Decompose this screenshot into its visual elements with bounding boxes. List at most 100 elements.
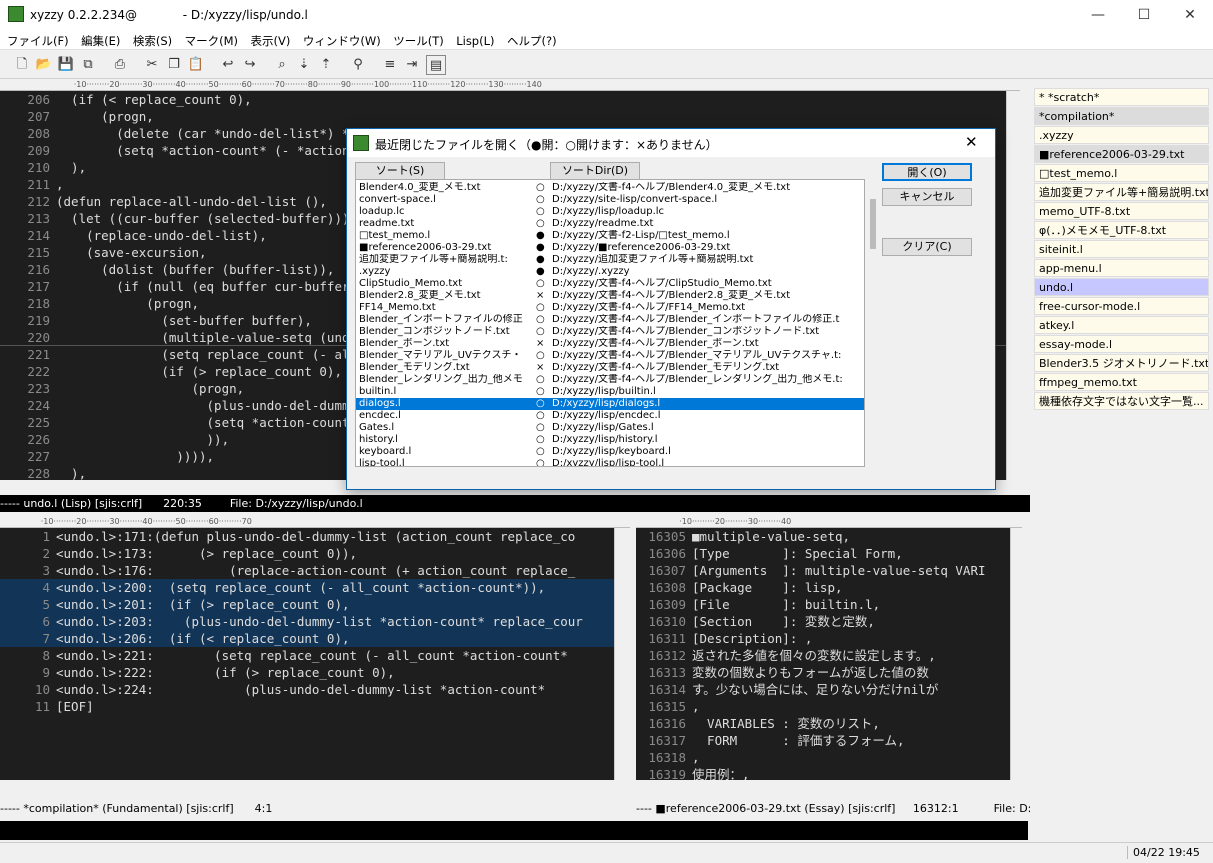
buffer-item[interactable]: siteinit.l [1034,240,1209,258]
line-text: ), [56,160,87,175]
recent-file-list[interactable]: Blender4.0_変更_メモ.txt ○ D:/xyzzy/文書-f4-ヘルプ/… [355,179,865,467]
buffer-item[interactable]: atkey.l [1034,316,1209,334]
recent-file-row[interactable]: dialogs.l ○ D:/xyzzy/lisp/dialogs.l [356,398,864,410]
indent-icon[interactable]: ⇥ [402,55,422,75]
align-icon[interactable]: ≡ [380,55,400,75]
sort-button[interactable]: ソート(S) [355,162,445,180]
buffer-item[interactable]: □test_memo.l [1034,164,1209,182]
recent-file-row[interactable]: Blender_コンポジットノード.txt ○ D:/xyzzy/文書-f4-ヘルプ… [356,326,864,338]
buffer-item[interactable]: .xyzzy [1034,126,1209,144]
dialog-close-icon[interactable]: ✕ [965,133,978,151]
menu-file[interactable]: ファイル(F) [0,30,69,49]
close-button[interactable]: ✕ [1167,0,1213,30]
redo-icon[interactable]: ↪ [240,55,260,75]
recent-file-row[interactable]: keyboard.l ○ D:/xyzzy/lisp/keyboard.l [356,446,864,458]
minimize-button[interactable]: — [1075,0,1121,30]
buffer-item[interactable]: app-menu.l [1034,259,1209,277]
open-button[interactable]: 開く(O) [882,163,972,181]
menu-help[interactable]: ヘルプ(?) [500,30,557,49]
buffer-item[interactable]: 追加変更ファイル等+簡易説明.txt [1034,183,1209,201]
buffer-item[interactable]: ■reference2006-03-29.txt [1034,145,1209,163]
compilation-editor[interactable]: 1 <undo.l>:171:(defun plus-undo-del-dummy… [0,528,614,780]
file-status-mark: × [536,290,545,301]
reference-editor[interactable]: 16305 ■multiple-value-setq, 16306 [Type ]: … [636,528,1010,780]
menu-window[interactable]: ウィンドウ(W) [296,30,381,49]
file-name: builtin.l [359,386,397,397]
recent-file-row[interactable]: readme.txt ○ D:/xyzzy/readme.txt [356,218,864,230]
buffer-item[interactable]: Blender3.5 ジオメトリノード.txt [1034,354,1209,372]
clear-button[interactable]: クリア(C) [882,238,972,256]
recent-file-row[interactable]: history.l ○ D:/xyzzy/lisp/history.l [356,434,864,446]
recent-file-row[interactable]: FF14_Memo.txt ○ D:/xyzzy/文書-f4-ヘルプ/FF14_Me… [356,302,864,314]
buffer-item[interactable]: φ(．．)メモメモ_UTF-8.txt [1034,221,1209,239]
undo-icon[interactable]: ↩ [218,55,238,75]
menu-mark[interactable]: マーク(M) [178,30,238,49]
buffer-item[interactable]: undo.l [1034,278,1209,296]
line-number: 210 [27,160,50,175]
open-file-icon[interactable]: 📂 [34,55,54,75]
recent-file-row[interactable]: ■reference2006-03-29.txt ● D:/xyzzy/■refer… [356,242,864,254]
recent-file-row[interactable]: convert-space.l ○ D:/xyzzy/site-lisp/conve… [356,194,864,206]
recent-file-row[interactable]: □test_memo.l ● D:/xyzzy/文書-f2-Lisp/□test_m… [356,230,864,242]
recent-file-row[interactable]: Blender2.8_変更_メモ.txt × D:/xyzzy/文書-f4-ヘルプ/… [356,290,864,302]
buffer-item[interactable]: *compilation* [1034,107,1209,125]
save-all-icon[interactable]: ⧉ [78,55,98,75]
recent-file-row[interactable]: Blender_モデリング.txt × D:/xyzzy/文書-f4-ヘルプ/Ble… [356,362,864,374]
search-backward-icon[interactable]: ⇡ [316,55,336,75]
recent-file-row[interactable]: lisp-tool.l ○ D:/xyzzy/lisp/lisp-tool.l [356,458,864,466]
buffer-item[interactable]: * *scratch* [1034,88,1209,106]
recent-file-row[interactable]: ClipStudio_Memo.txt ○ D:/xyzzy/文書-f4-ヘルプ/C… [356,278,864,290]
buffer-item[interactable]: memo_UTF-8.txt [1034,202,1209,220]
recent-file-row[interactable]: Blender_マテリアル_UVテクスチ・ ○ D:/xyzzy/文書-f4-ヘルプ… [356,350,864,362]
sort-dir-button[interactable]: ソートDir(D) [550,162,640,180]
cut-icon[interactable]: ✂ [142,55,162,75]
recent-file-row[interactable]: encdec.l ○ D:/xyzzy/lisp/encdec.l [356,410,864,422]
file-path: D:/xyzzy/文書-f2-Lisp/□test_memo.l [552,230,730,241]
maximize-button[interactable]: ☐ [1121,0,1167,30]
file-name: 追加変更ファイル等+簡易説明.t: [359,254,508,265]
recent-file-row[interactable]: Blender_レンダリング_出力_他メモ ○ D:/xyzzy/文書-f4-ヘルプ… [356,374,864,386]
new-file-icon[interactable]: 🗋 [12,55,32,75]
minibuffer[interactable] [0,821,1028,840]
save-icon[interactable]: 💾 [56,55,76,75]
menu-edit[interactable]: 編集(E) [74,30,120,49]
grep-icon[interactable]: ⚲ [348,55,368,75]
cancel-button[interactable]: キャンセル [882,188,972,206]
print-icon[interactable]: ⎙ [110,55,130,75]
compilation-vertical-scrollbar[interactable] [614,528,630,780]
menu-tools[interactable]: ツール(T) [386,30,444,49]
buffer-item[interactable]: free-cursor-mode.l [1034,297,1209,315]
file-path: D:/xyzzy/追加変更ファイル等+簡易説明.txt [552,254,754,265]
recent-file-row[interactable]: 追加変更ファイル等+簡易説明.t: ● D:/xyzzy/追加変更ファイル等+簡易説… [356,254,864,266]
recent-file-row[interactable]: loadup.lc ○ D:/xyzzy/lisp/loadup.lc [356,206,864,218]
file-list-scrollbar[interactable] [870,199,876,249]
menu-view[interactable]: 表示(V) [244,30,291,49]
menu-search[interactable]: 検索(S) [126,30,172,49]
reference-vertical-scrollbar[interactable] [1010,528,1026,780]
main-vertical-scrollbar[interactable] [1006,91,1020,480]
recent-file-row[interactable]: Gates.l ○ D:/xyzzy/lisp/Gates.l [356,422,864,434]
window-icon[interactable]: ▤ [426,55,446,75]
recent-file-row[interactable]: builtin.l ○ D:/xyzzy/lisp/builtin.l [356,386,864,398]
recent-file-row[interactable]: Blender4.0_変更_メモ.txt ○ D:/xyzzy/文書-f4-ヘルプ/… [356,182,864,194]
line-text: <undo.l>:203: (plus-undo-del-dummy-list … [56,614,583,629]
compilation-horizontal-scrollbar[interactable] [0,780,630,800]
buffer-item[interactable]: 機種依存文字ではない文字一覧... [1034,392,1209,410]
line-text: FORM : 評価するフォーム, [692,733,905,748]
search-forward-icon[interactable]: ⇣ [294,55,314,75]
file-status-mark: ○ [536,446,545,457]
buffer-item[interactable]: essay-mode.l [1034,335,1209,353]
paste-icon[interactable]: 📋 [186,55,206,75]
search-icon[interactable]: ⌕ [272,55,292,75]
status-bar: 04/22 19:45 [0,842,1213,863]
recent-file-row[interactable]: .xyzzy ● D:/xyzzy/.xyzzy [356,266,864,278]
dialog-app-icon [353,135,369,151]
recent-file-row[interactable]: Blender_ボーン.txt × D:/xyzzy/文書-f4-ヘルプ/Blend… [356,338,864,350]
file-list-hscrollbar[interactable] [355,469,865,479]
reference-horizontal-scrollbar[interactable] [636,780,1026,800]
recent-file-row[interactable]: Blender_インポートファイルの修正 ○ D:/xyzzy/文書-f4-ヘルプ/… [356,314,864,326]
menu-lisp[interactable]: Lisp(L) [449,31,494,48]
minimize-icon: — [1091,7,1105,23]
buffer-item[interactable]: ffmpeg_memo.txt [1034,373,1209,391]
copy-icon[interactable]: ❐ [164,55,184,75]
